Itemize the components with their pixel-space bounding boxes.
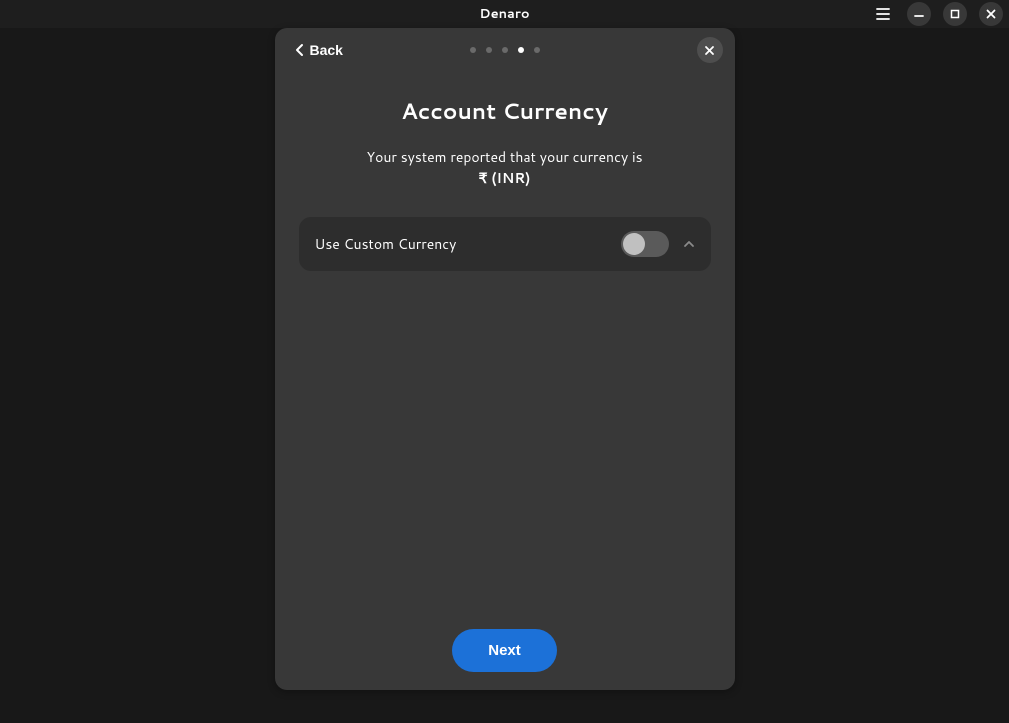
back-label: Back <box>310 42 343 58</box>
hamburger-icon <box>876 8 890 20</box>
detected-currency: ₹ (INR) <box>479 168 531 188</box>
close-icon <box>986 9 996 19</box>
subtitle: Your system reported that your currency … <box>366 147 642 189</box>
dialog-close-button[interactable] <box>697 37 723 63</box>
window-controls <box>871 2 1003 26</box>
expand-button[interactable] <box>681 236 697 252</box>
app-title: Denaro <box>479 5 529 23</box>
custom-currency-label: Use Custom Currency <box>315 234 609 254</box>
content-area: Back Account Currency You <box>0 28 1009 723</box>
window-close-button[interactable] <box>979 2 1003 26</box>
headerbar: Denaro <box>0 0 1009 28</box>
carousel-indicator <box>470 47 540 53</box>
dialog-footer: Next <box>275 611 735 690</box>
back-button[interactable]: Back <box>287 38 351 62</box>
dialog-body: Account Currency Your system reported th… <box>275 72 735 611</box>
carousel-dot[interactable] <box>486 47 492 53</box>
carousel-dot[interactable] <box>518 47 524 53</box>
hamburger-menu-button[interactable] <box>871 2 895 26</box>
dialog-header: Back <box>275 28 735 72</box>
chevron-up-icon <box>683 240 695 248</box>
custom-currency-row[interactable]: Use Custom Currency <box>299 217 711 271</box>
window-minimize-button[interactable] <box>907 2 931 26</box>
page-title: Account Currency <box>401 96 608 127</box>
minimize-icon <box>914 9 924 19</box>
account-setup-dialog: Back Account Currency You <box>275 28 735 690</box>
maximize-icon <box>950 9 960 19</box>
carousel-dot[interactable] <box>502 47 508 53</box>
settings-group: Use Custom Currency <box>299 217 711 271</box>
close-icon <box>704 45 715 56</box>
custom-currency-switch[interactable] <box>621 231 669 257</box>
window-maximize-button[interactable] <box>943 2 967 26</box>
chevron-left-icon <box>295 43 304 57</box>
next-button[interactable]: Next <box>452 629 557 672</box>
carousel-dot[interactable] <box>534 47 540 53</box>
switch-slider <box>623 233 645 255</box>
carousel-dot[interactable] <box>470 47 476 53</box>
subtitle-prefix: Your system reported that your currency … <box>366 147 642 167</box>
